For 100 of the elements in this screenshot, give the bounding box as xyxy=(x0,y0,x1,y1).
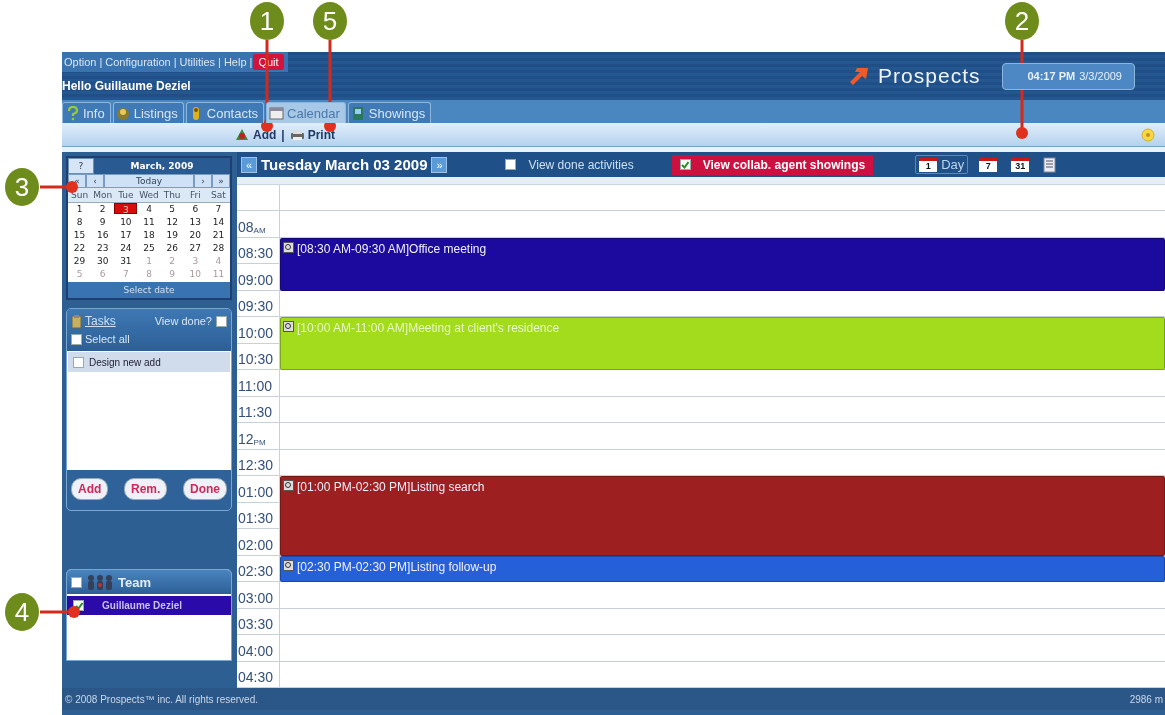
month-title: March, 2009 xyxy=(94,158,230,174)
day-cell[interactable]: 5 xyxy=(160,203,184,216)
checkbox[interactable] xyxy=(679,159,691,170)
callout-marker: 2 xyxy=(1005,2,1039,40)
time-label: 11:00 xyxy=(237,370,280,397)
day-cell[interactable]: 29 xyxy=(68,255,92,268)
day-cell[interactable]: 10 xyxy=(114,216,138,229)
nav-button[interactable]: » xyxy=(212,174,230,188)
today-button[interactable]: Today xyxy=(104,174,194,188)
time-label: 09:00 xyxy=(237,264,280,291)
day-cell[interactable]: 18 xyxy=(137,229,161,242)
select-all-label: Select all xyxy=(85,333,130,345)
menu-separator: | xyxy=(98,56,104,68)
day-cell[interactable]: 28 xyxy=(206,242,230,255)
menu-item[interactable]: Configuration xyxy=(103,56,173,68)
menu-item[interactable]: Help xyxy=(221,56,249,68)
day-cell[interactable]: 2 xyxy=(91,203,115,216)
team-member[interactable]: Guillaume Deziel xyxy=(67,596,231,615)
day-cell[interactable]: 16 xyxy=(91,229,115,242)
magnifier-icon xyxy=(283,559,294,571)
callout-marker: 4 xyxy=(5,593,39,631)
magnifier-icon xyxy=(283,321,294,332)
leader-line xyxy=(40,606,80,618)
weekday-label: Mon xyxy=(91,188,115,203)
day-cell[interactable]: 23 xyxy=(91,242,115,255)
day-cell[interactable]: 14 xyxy=(206,216,230,229)
view-done-checkbox[interactable] xyxy=(216,315,227,327)
showings-icon xyxy=(350,105,366,121)
day-cell[interactable]: 6 xyxy=(183,203,207,216)
tab[interactable]: Listings xyxy=(112,102,184,123)
task-button[interactable]: Done xyxy=(183,478,227,500)
listings-icon xyxy=(115,105,131,121)
member-name: Guillaume Deziel xyxy=(102,600,183,611)
task-button[interactable]: Add xyxy=(71,478,109,500)
day-cell[interactable]: 12 xyxy=(160,216,184,229)
checkbox[interactable] xyxy=(505,159,517,170)
weekday-label: Tue xyxy=(114,188,138,203)
leader-line xyxy=(40,181,78,193)
event-title: [08:30 AM-09:30 AM]Office meeting xyxy=(297,241,487,256)
task-button[interactable]: Rem. xyxy=(124,478,168,500)
tab[interactable]: Showings xyxy=(347,102,432,123)
day-cell[interactable]: 8 xyxy=(68,216,92,229)
day-cell[interactable]: 25 xyxy=(137,242,161,255)
time-label: 02:00 xyxy=(237,529,280,556)
menu-separator: | xyxy=(172,56,178,68)
arrow-logo-icon xyxy=(848,66,871,86)
day-cell[interactable]: 17 xyxy=(114,229,138,242)
tab[interactable]: Info xyxy=(62,102,111,123)
toolbar-button[interactable]: Print xyxy=(289,127,336,142)
help-button[interactable]: ? xyxy=(68,158,94,174)
day-cell[interactable]: 3 xyxy=(114,203,138,214)
time-label: 03:30 xyxy=(237,608,280,635)
select-all-checkbox[interactable] xyxy=(71,333,82,345)
time-cell xyxy=(237,184,280,211)
toolbar-button[interactable]: Add xyxy=(235,127,277,142)
callout-marker: 5 xyxy=(313,2,347,40)
task-item[interactable]: Design new add xyxy=(68,352,230,372)
day-view-button[interactable]: 1 Day xyxy=(915,155,969,174)
callout-marker: 3 xyxy=(5,168,39,206)
date-title: Tuesday March 03 2009 xyxy=(261,156,428,173)
calendar-event[interactable]: [01:00 PM-02:30 PM]Listing search xyxy=(280,476,1165,556)
day-cell[interactable]: 27 xyxy=(183,242,207,255)
calendar-event[interactable]: [02:30 PM-02:30 PM]Listing follow-up xyxy=(280,555,1165,582)
day-cell[interactable]: 15 xyxy=(68,229,92,242)
day-cell[interactable]: 20 xyxy=(183,229,207,242)
calendar-event[interactable]: [08:30 AM-09:30 AM]Office meeting xyxy=(280,237,1165,291)
day-cell[interactable]: 24 xyxy=(114,242,138,255)
clipboard-icon xyxy=(71,313,82,329)
day-cell[interactable]: 26 xyxy=(160,242,184,255)
menu-item[interactable]: Utilities xyxy=(177,56,218,68)
event-title: [02:30 PM-02:30 PM]Listing follow-up xyxy=(297,559,497,574)
day-cell[interactable]: 7 xyxy=(206,203,230,216)
printer-icon xyxy=(289,127,305,142)
day-cell[interactable]: 30 xyxy=(91,255,115,268)
nav-button[interactable]: ‹ xyxy=(86,174,104,188)
day-cell[interactable]: 31 xyxy=(114,255,138,268)
copyright-text: © 2008 Prospects™ inc. All rights reserved. xyxy=(65,693,258,705)
magnifier-icon xyxy=(283,241,294,253)
tab[interactable]: Contacts xyxy=(185,102,265,123)
day-cell[interactable]: 9 xyxy=(91,216,115,229)
weekday-label: Sat xyxy=(206,188,230,203)
tasks-link[interactable]: Tasks xyxy=(85,314,116,328)
nav-button[interactable]: › xyxy=(194,174,212,188)
day-cell[interactable]: 4 xyxy=(137,203,161,216)
day-cell[interactable]: 1 xyxy=(68,203,92,216)
menu-item[interactable]: Option xyxy=(62,56,99,68)
day-cell[interactable]: 11 xyxy=(137,216,161,229)
day-cell[interactable]: 19 xyxy=(160,229,184,242)
logo-text: Prospects xyxy=(878,64,981,88)
calendar-icon xyxy=(269,105,285,121)
event-title: [10:00 AM-11:00 AM]Meeting at client's residence xyxy=(297,321,560,335)
task-checkbox[interactable] xyxy=(73,356,84,368)
day-cell[interactable]: 22 xyxy=(68,242,92,255)
select-date-button[interactable]: Select date xyxy=(68,282,230,298)
day-cell[interactable]: 13 xyxy=(183,216,207,229)
team-checkbox[interactable] xyxy=(71,576,82,588)
day-cell[interactable]: 21 xyxy=(206,229,230,242)
weekday-label: Wed xyxy=(137,188,161,203)
help-icon[interactable] xyxy=(1141,127,1155,142)
checkbox-label: View collab. agent showings xyxy=(702,157,866,172)
